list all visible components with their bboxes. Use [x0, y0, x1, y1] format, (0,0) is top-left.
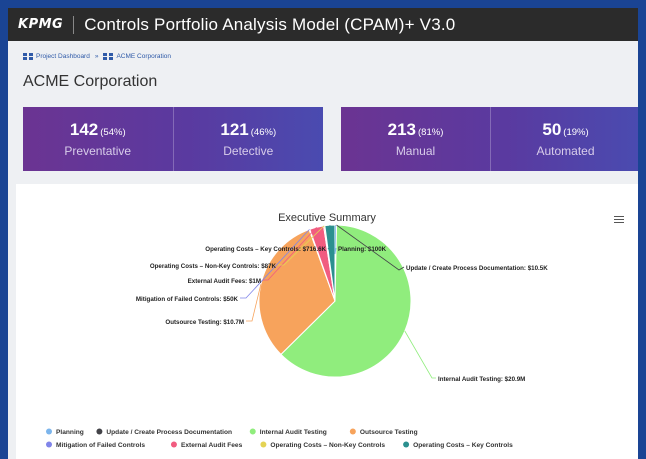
- data-label-connector: [404, 330, 436, 379]
- pie-data-label: External Audit Fees: $1M: [188, 278, 261, 285]
- automation-card: 213 (81%) Manual 50 (19%) Automated: [341, 107, 638, 171]
- stat-label: Automated: [536, 144, 595, 158]
- dashboard-grid-icon[interactable]: [23, 52, 33, 60]
- legend-item[interactable]: Update / Create Process Documentation: [106, 429, 232, 436]
- breadcrumb-acme-corporation[interactable]: ACME Corporation: [116, 53, 171, 60]
- breadcrumb-separator: »: [94, 52, 99, 60]
- pie-data-label: Internal Audit Testing: $20.9M: [438, 376, 525, 383]
- app-title: Controls Portfolio Analysis Model (CPAM)…: [84, 14, 456, 34]
- executive-summary-chart: Executive Summary Planning: $100K Update …: [46, 212, 548, 449]
- legend-marker: [249, 428, 256, 435]
- legend-marker: [349, 428, 356, 435]
- stat-percent: (19%): [563, 127, 589, 138]
- stat-label: Manual: [395, 144, 436, 158]
- stat-detective[interactable]: 121 (46%) Detective: [172, 107, 324, 171]
- legend-marker: [46, 441, 52, 448]
- screenshot-frame: KPMG Controls Portfolio Analysis Model (…: [0, 0, 646, 459]
- kpmg-logo: KPMG: [18, 17, 64, 32]
- legend-item[interactable]: Outsource Testing: [360, 429, 418, 436]
- stat-value: 50: [542, 120, 562, 139]
- app-window: KPMG Controls Portfolio Analysis Model (…: [8, 8, 638, 459]
- legend-item[interactable]: Operating Costs – Non-Key Controls: [270, 442, 385, 449]
- pie-data-label: Planning: $100K: [338, 246, 387, 253]
- legend-item[interactable]: Operating Costs – Key Controls: [413, 442, 513, 449]
- stat-manual[interactable]: 213 (81%) Manual: [341, 107, 490, 171]
- pie-data-label: Operating Costs – Key Controls: $716.6K: [205, 246, 326, 253]
- legend-item[interactable]: Internal Audit Testing: [260, 429, 327, 436]
- stat-value: 213: [387, 120, 417, 139]
- stat-label: Detective: [223, 144, 274, 158]
- stat-value: 121: [220, 120, 249, 139]
- executive-summary-panel: Executive Summary Planning: $100K Update …: [16, 184, 638, 459]
- chart-legend: Planning Update / Create Process Document…: [46, 428, 513, 449]
- control-type-card: 142 (54%) Preventative 121 (46%) Detective: [23, 107, 323, 171]
- title-separator: [73, 15, 75, 34]
- legend-item[interactable]: External Audit Fees: [181, 442, 243, 449]
- hamburger-menu-icon[interactable]: [614, 214, 624, 225]
- stats-row: 142 (54%) Preventative 121 (46%) Detective…: [23, 107, 638, 171]
- stat-value: 142: [69, 120, 99, 139]
- legend-marker: [96, 428, 103, 435]
- pie-data-label: Mitigation of Failed Controls: $50K: [136, 296, 239, 303]
- legend-marker: [170, 441, 177, 448]
- legend-marker: [46, 428, 52, 435]
- page-title: ACME Corporation: [23, 73, 158, 90]
- breadcrumb: Project Dashboard » ACME Corporation: [23, 51, 638, 61]
- stat-percent: (54%): [100, 127, 126, 138]
- legend-item[interactable]: Mitigation of Failed Controls: [56, 442, 145, 449]
- legend-marker: [403, 441, 410, 448]
- legend-marker: [260, 441, 267, 448]
- title-bar: KPMG Controls Portfolio Analysis Model (…: [8, 8, 638, 41]
- project-grid-icon[interactable]: [103, 52, 114, 60]
- pie-data-label: Operating Costs – Non-Key Controls: $87K: [150, 263, 277, 270]
- legend-item[interactable]: Planning: [56, 429, 84, 436]
- stat-preventative[interactable]: 142 (54%) Preventative: [23, 107, 173, 171]
- breadcrumb-project-dashboard[interactable]: Project Dashboard: [36, 53, 90, 60]
- stat-automated[interactable]: 50 (19%) Automated: [490, 107, 638, 171]
- chart-title: Executive Summary: [278, 212, 376, 224]
- stat-percent: (81%): [418, 127, 444, 138]
- pie-data-label: Outsource Testing: $10.7M: [165, 319, 244, 326]
- stat-label: Preventative: [64, 144, 132, 158]
- stat-percent: (46%): [250, 127, 277, 138]
- pie-data-label: Update / Create Process Documentation: $…: [406, 265, 548, 272]
